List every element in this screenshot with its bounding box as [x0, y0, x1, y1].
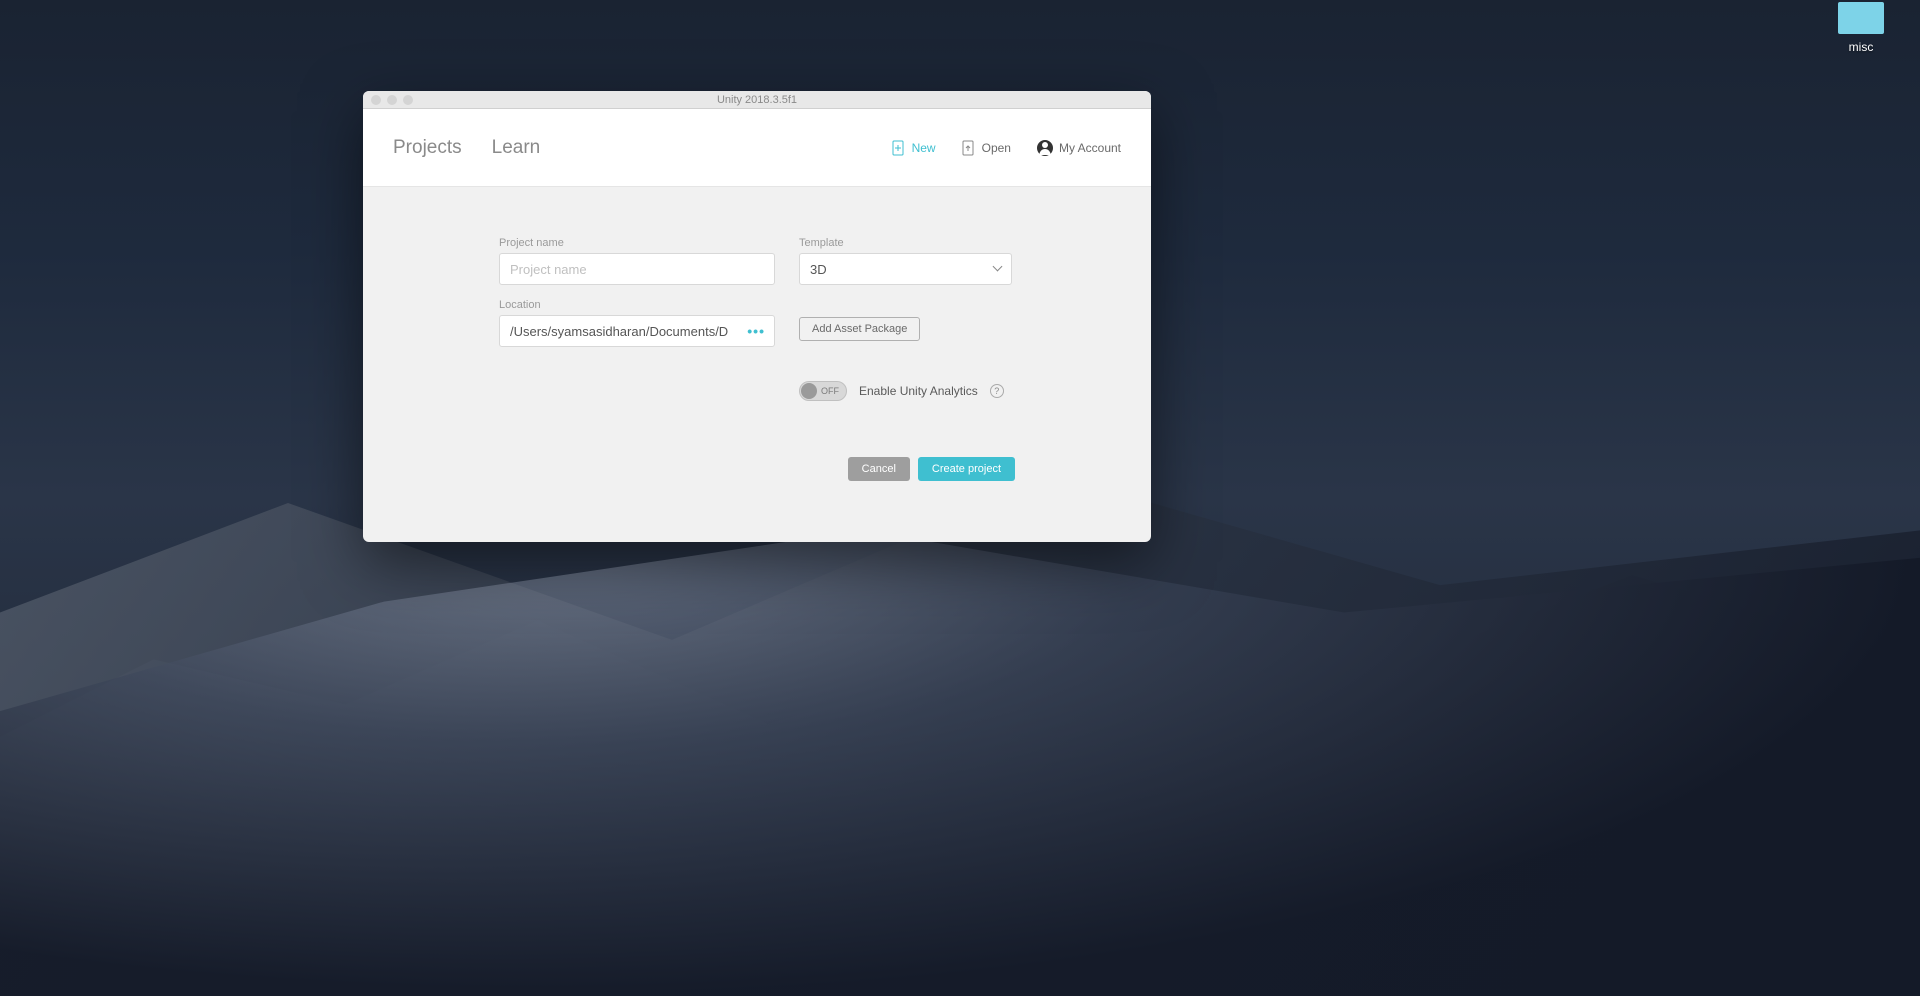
new-file-icon: [892, 140, 906, 156]
open-file-icon: [962, 140, 976, 156]
desktop-background: misc Unity 2018.3.5f1 Projects Learn: [0, 0, 1920, 996]
location-input[interactable]: [499, 315, 775, 347]
my-account-button[interactable]: My Account: [1037, 140, 1121, 156]
location-label: Location: [499, 299, 775, 311]
new-label: New: [912, 141, 936, 155]
maximize-window-button[interactable]: [403, 95, 413, 105]
analytics-label: Enable Unity Analytics: [859, 384, 978, 398]
open-project-button[interactable]: Open: [962, 140, 1011, 156]
minimize-window-button[interactable]: [387, 95, 397, 105]
project-name-label: Project name: [499, 237, 775, 249]
add-asset-package-button[interactable]: Add Asset Package: [799, 317, 920, 341]
open-label: Open: [982, 141, 1011, 155]
window-titlebar[interactable]: Unity 2018.3.5f1: [363, 91, 1151, 109]
browse-location-button[interactable]: •••: [743, 319, 769, 343]
analytics-toggle[interactable]: OFF: [799, 381, 847, 401]
template-value[interactable]: [799, 253, 1012, 285]
avatar-icon: [1037, 140, 1053, 156]
window-title: Unity 2018.3.5f1: [363, 94, 1151, 106]
traffic-lights: [363, 95, 413, 105]
help-icon[interactable]: ?: [990, 384, 1004, 398]
desktop-folder-misc[interactable]: misc: [1838, 2, 1884, 54]
tab-projects[interactable]: Projects: [393, 137, 462, 159]
header-nav: Projects Learn New: [363, 109, 1151, 187]
tab-learn[interactable]: Learn: [492, 137, 541, 159]
unity-hub-window: Unity 2018.3.5f1 Projects Learn New: [363, 91, 1151, 542]
new-project-form: Project name Template Location •••: [363, 187, 1151, 511]
create-project-button[interactable]: Create project: [918, 457, 1015, 481]
cancel-button[interactable]: Cancel: [848, 457, 910, 481]
close-window-button[interactable]: [371, 95, 381, 105]
toggle-knob: [801, 383, 817, 399]
template-label: Template: [799, 237, 1012, 249]
template-select[interactable]: [799, 253, 1012, 285]
project-name-input[interactable]: [499, 253, 775, 285]
nav-tabs: Projects Learn: [393, 137, 540, 159]
folder-icon: [1838, 2, 1884, 34]
new-project-button[interactable]: New: [892, 140, 936, 156]
header-actions: New Open My Account: [892, 140, 1121, 156]
folder-label: misc: [1838, 40, 1884, 54]
toggle-state-label: OFF: [821, 386, 839, 396]
account-label: My Account: [1059, 141, 1121, 155]
